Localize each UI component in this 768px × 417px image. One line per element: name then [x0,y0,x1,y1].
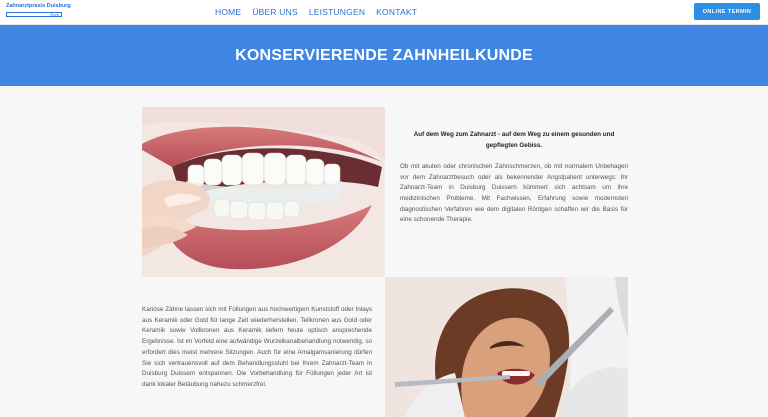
page-hero: KONSERVIERENDE ZAHNHEILKUNDE [0,25,768,86]
teeth-aligner-image [142,107,385,277]
page-title: KONSERVIERENDE ZAHNHEILKUNDE [235,46,533,64]
online-termin-button[interactable]: ONLINE TERMIN [694,3,760,20]
logo[interactable]: Zahnarztpraxis Duisburg Ruhr [6,3,71,20]
main-nav: HOME ÜBER UNS LEISTUNGEN KONTAKT [215,7,417,17]
dentist-patient-illustration [385,277,628,417]
section-intro-text-block: Auf dem Weg zum Zahnarzt - auf dem Weg z… [400,130,628,226]
dentist-patient-image [385,277,628,417]
top-navigation-bar: Zahnarztpraxis Duisburg Ruhr HOME ÜBER U… [0,0,768,25]
main-content: Auf dem Weg zum Zahnarzt - auf dem Weg z… [0,86,768,417]
nav-ueber-uns[interactable]: ÜBER UNS [252,7,298,17]
teeth-aligner-illustration [142,107,385,277]
section-body-1: Ob mit akuten oder chronischen Zahnschme… [400,163,628,224]
nav-home[interactable]: HOME [215,7,241,17]
logo-underline: Ruhr [6,12,62,17]
nav-kontakt[interactable]: KONTAKT [376,7,417,17]
section-body-2: Kariöse Zähne lassen sich mit Füllungen … [142,306,372,388]
nav-leistungen[interactable]: LEISTUNGEN [309,7,365,17]
section-intro: Auf dem Weg zum Zahnarzt - auf dem Weg z… [413,131,615,149]
logo-subtext: Ruhr [50,12,59,17]
logo-text: Zahnarztpraxis Duisburg [6,3,71,9]
